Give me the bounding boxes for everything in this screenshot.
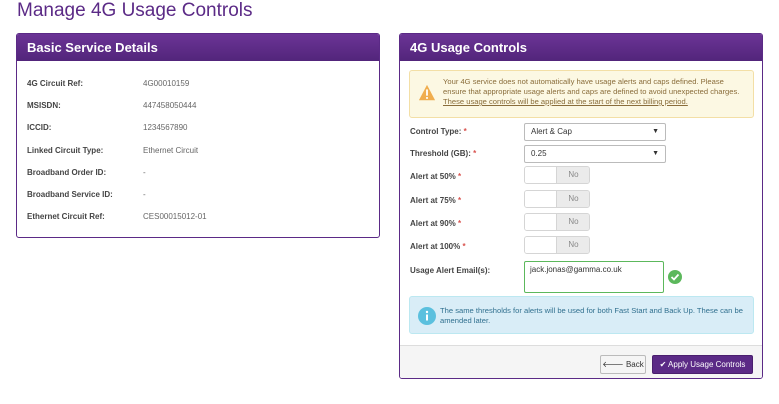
toggle-knob (525, 214, 557, 230)
back-button-label: Back (625, 360, 644, 369)
toggle-knob (525, 167, 557, 183)
warning-message: Your 4G service does not automatically h… (443, 77, 740, 96)
warning-alert: Your 4G service does not automatically h… (409, 70, 754, 118)
control-type-value: Alert & Cap (531, 127, 572, 136)
threshold-value: 0.25 (531, 149, 547, 158)
basic-service-header: Basic Service Details (17, 34, 379, 61)
detail-label: MSISDN: (27, 101, 61, 110)
apply-button-label: Apply Usage Controls (668, 360, 746, 369)
detail-value: 4G00010159 (143, 79, 190, 88)
detail-value: 1234567890 (143, 123, 188, 132)
required-mark: * (458, 172, 462, 181)
control-type-select[interactable]: Alert & Cap ▼ (524, 123, 666, 141)
threshold-select[interactable]: 0.25 ▼ (524, 145, 666, 163)
usage-alert-email-textarea[interactable]: jack.jonas@gamma.co.uk (524, 261, 664, 293)
alert-75-label: Alert at 75% * (410, 196, 461, 205)
chevron-down-icon: ▼ (652, 128, 659, 135)
usage-controls-panel: 4G Usage Controls Your 4G service does n… (399, 33, 763, 379)
panel-footer: 🡐 Back ✔ Apply Usage Controls (400, 345, 762, 378)
back-button[interactable]: 🡐 Back (600, 355, 646, 374)
toggle-knob (525, 237, 557, 253)
toggle-state: No (557, 167, 589, 183)
info-text: The same thresholds for alerts will be u… (440, 306, 743, 325)
threshold-label: Threshold (GB): * (410, 149, 476, 158)
required-mark: * (462, 242, 466, 251)
warning-text: Your 4G service does not automatically h… (443, 77, 748, 107)
alert-75-toggle[interactable]: No (524, 190, 590, 208)
arrow-left-icon: 🡐 (602, 360, 624, 369)
alert-50-toggle[interactable]: No (524, 166, 590, 184)
detail-label: ICCID: (27, 123, 52, 132)
detail-value: - (143, 190, 146, 199)
control-type-label: Control Type: * (410, 127, 467, 136)
basic-service-panel: Basic Service Details 4G Circuit Ref: 4G… (16, 33, 380, 238)
alert-75-label-text: Alert at 75% (410, 196, 456, 205)
check-circle-icon (668, 270, 682, 284)
required-mark: * (458, 196, 462, 205)
required-mark: * (473, 149, 477, 158)
detail-value: - (143, 168, 146, 177)
check-icon: ✔ (659, 360, 667, 369)
toggle-state: No (557, 237, 589, 253)
warning-icon (418, 84, 436, 101)
alert-50-label: Alert at 50% * (410, 172, 461, 181)
detail-value: CES00015012-01 (143, 212, 207, 221)
alert-100-toggle[interactable]: No (524, 236, 590, 254)
alert-90-label: Alert at 90% * (410, 219, 461, 228)
detail-label: Broadband Service ID: (27, 190, 113, 199)
info-alert: The same thresholds for alerts will be u… (409, 296, 754, 334)
detail-label: Broadband Order ID: (27, 168, 107, 177)
detail-value: 447458050444 (143, 101, 197, 110)
required-mark: * (463, 127, 467, 136)
detail-label: Ethernet Circuit Ref: (27, 212, 105, 221)
detail-label: Linked Circuit Type: (27, 146, 104, 155)
detail-label: 4G Circuit Ref: (27, 79, 84, 88)
alert-90-label-text: Alert at 90% (410, 219, 456, 228)
control-type-label-text: Control Type: (410, 127, 462, 136)
toggle-state: No (557, 214, 589, 230)
apply-usage-controls-button[interactable]: ✔ Apply Usage Controls (652, 355, 753, 374)
required-mark: * (458, 219, 462, 228)
toggle-knob (525, 191, 557, 207)
detail-value: Ethernet Circuit (143, 146, 199, 155)
usage-controls-header: 4G Usage Controls (400, 34, 762, 61)
threshold-label-text: Threshold (GB): (410, 149, 471, 158)
email-label: Usage Alert Email(s): (410, 266, 491, 275)
warning-link[interactable]: These usage controls will be applied at … (443, 97, 688, 106)
info-icon (418, 307, 436, 325)
toggle-state: No (557, 191, 589, 207)
alert-100-label-text: Alert at 100% (410, 242, 461, 251)
alert-90-toggle[interactable]: No (524, 213, 590, 231)
chevron-down-icon: ▼ (652, 150, 659, 157)
alert-100-label: Alert at 100% * (410, 242, 466, 251)
page-title: Manage 4G Usage Controls (17, 0, 253, 21)
alert-50-label-text: Alert at 50% (410, 172, 456, 181)
